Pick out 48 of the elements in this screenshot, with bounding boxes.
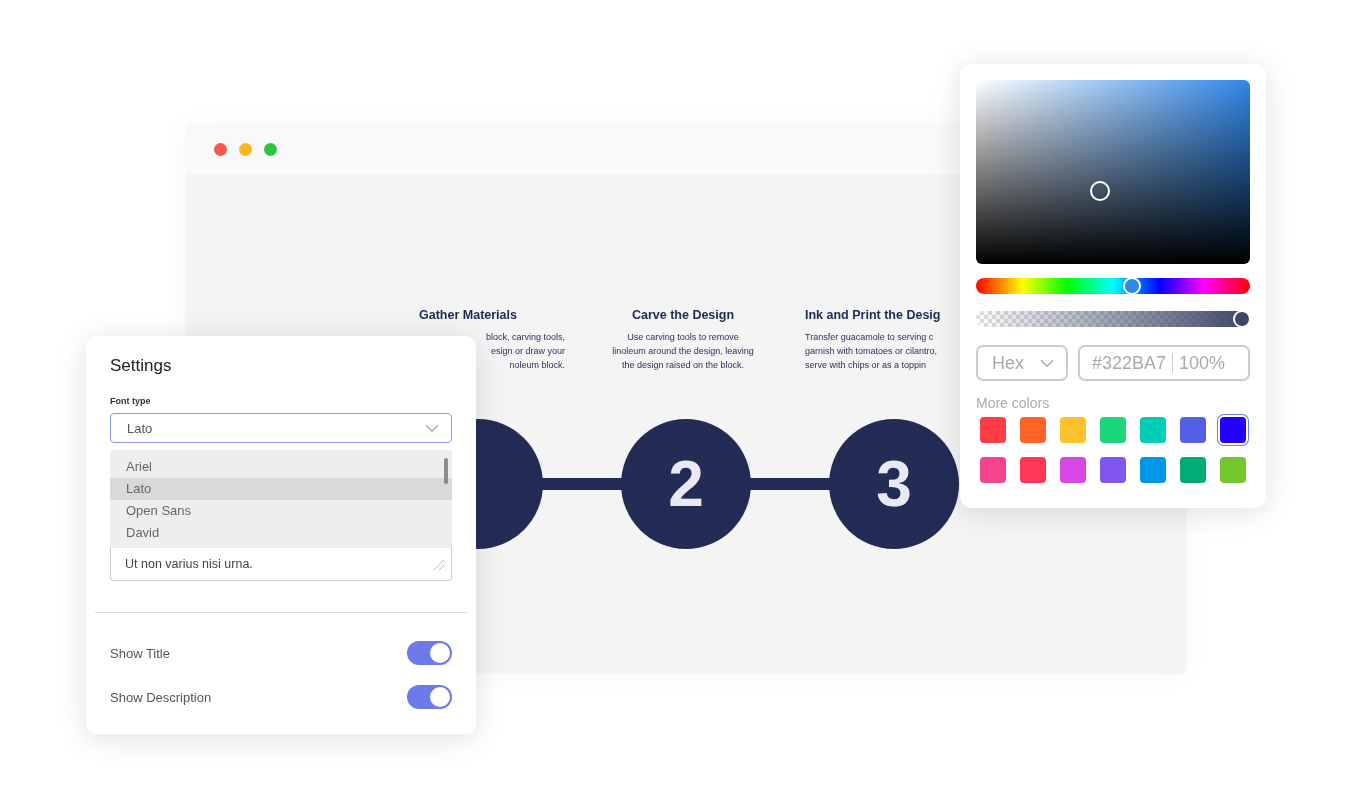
- slider-thumb[interactable]: [1233, 310, 1251, 328]
- color-swatch[interactable]: [980, 457, 1006, 483]
- field-label: Font type: [110, 396, 152, 406]
- dropdown-option[interactable]: Open Sans: [110, 500, 452, 522]
- dropdown-option[interactable]: Ariel: [110, 456, 452, 478]
- color-swatch[interactable]: [1060, 417, 1086, 443]
- toggle-switch[interactable]: [407, 641, 452, 665]
- font-select[interactable]: Lato: [110, 413, 452, 443]
- color-swatch[interactable]: [1220, 457, 1246, 483]
- color-swatch[interactable]: [1180, 417, 1206, 443]
- dropdown-option[interactable]: Lato: [110, 478, 452, 500]
- color-swatch[interactable]: [1020, 417, 1046, 443]
- toggle-label: Show Description: [110, 689, 212, 705]
- resize-grip-icon: [431, 557, 445, 571]
- step-circle: 2: [621, 419, 751, 549]
- window-control-dot[interactable]: [264, 142, 277, 156]
- step-title: Carve the Design: [631, 308, 735, 322]
- toggle-label: Show Title: [110, 645, 170, 661]
- window-control-dot[interactable]: [214, 142, 227, 156]
- color-swatch[interactable]: [1220, 417, 1246, 443]
- color-swatch[interactable]: [1060, 457, 1086, 483]
- chevron-down-icon: [1040, 358, 1054, 368]
- hue-slider[interactable]: [976, 278, 1250, 294]
- step-description: block, carving tools, esign or draw your noleum block.: [485, 331, 565, 372]
- color-swatch[interactable]: [1020, 457, 1046, 483]
- color-gradient-area[interactable]: [976, 80, 1250, 264]
- step-circle: 3: [829, 419, 959, 549]
- step-description: Use carving tools to remove linoleum around the design, leaving the design raised on the block.: [612, 331, 754, 372]
- toggle-switch[interactable]: [407, 685, 452, 709]
- scrollbar-thumb[interactable]: [444, 458, 448, 484]
- color-swatch[interactable]: [1140, 457, 1166, 483]
- panel-title: Settings: [110, 356, 173, 376]
- step-description: Transfer guacamole to serving c garnish with tomatoes or cilantro, serve with chips or as a toppin: [805, 331, 938, 372]
- color-swatch[interactable]: [1180, 457, 1206, 483]
- section-label: More colors: [976, 395, 1051, 411]
- slider-thumb[interactable]: [1123, 277, 1142, 295]
- color-swatch[interactable]: [1100, 457, 1126, 483]
- window-control-dot[interactable]: [239, 142, 252, 156]
- chevron-down-icon: [425, 423, 439, 433]
- dropdown-option[interactable]: David: [110, 522, 452, 544]
- opacity-slider[interactable]: [976, 311, 1250, 327]
- picker-thumb[interactable]: [1090, 181, 1110, 201]
- step-title: Gather Materials: [419, 308, 517, 322]
- color-swatch[interactable]: [980, 417, 1006, 443]
- color-swatch[interactable]: [1140, 417, 1166, 443]
- step-title: Ink and Print the Desig: [805, 308, 941, 322]
- text-area[interactable]: Ut non varius nisi urna.: [110, 548, 452, 581]
- color-swatch[interactable]: [1100, 417, 1126, 443]
